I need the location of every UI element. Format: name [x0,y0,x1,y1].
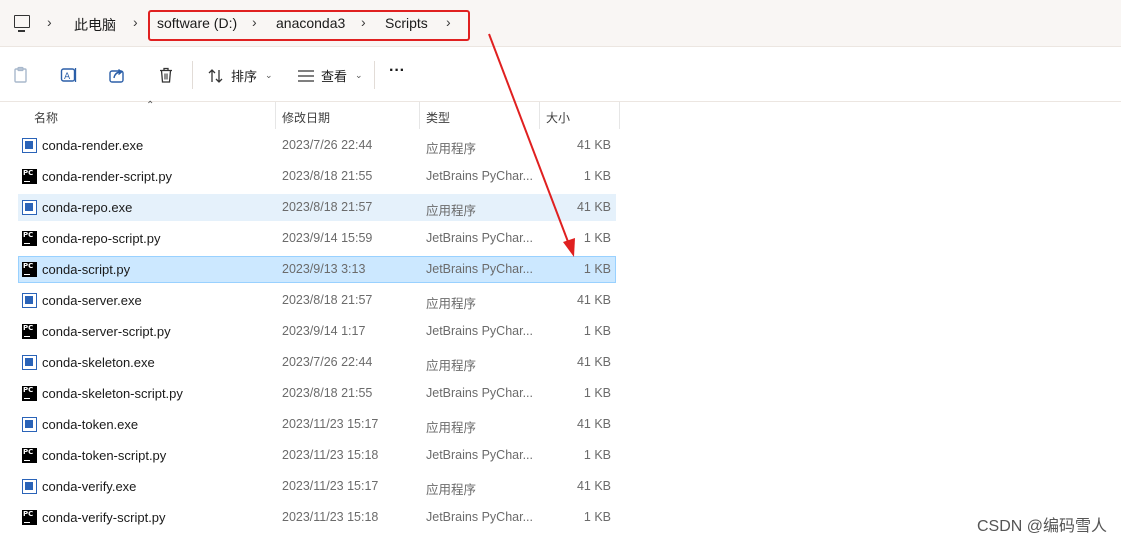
annotation-arrow-line [488,33,571,248]
watermark: CSDN @编码雪人 [976,518,1107,535]
annotation-arrow [488,33,575,257]
annotation-arrow-head [563,238,575,257]
